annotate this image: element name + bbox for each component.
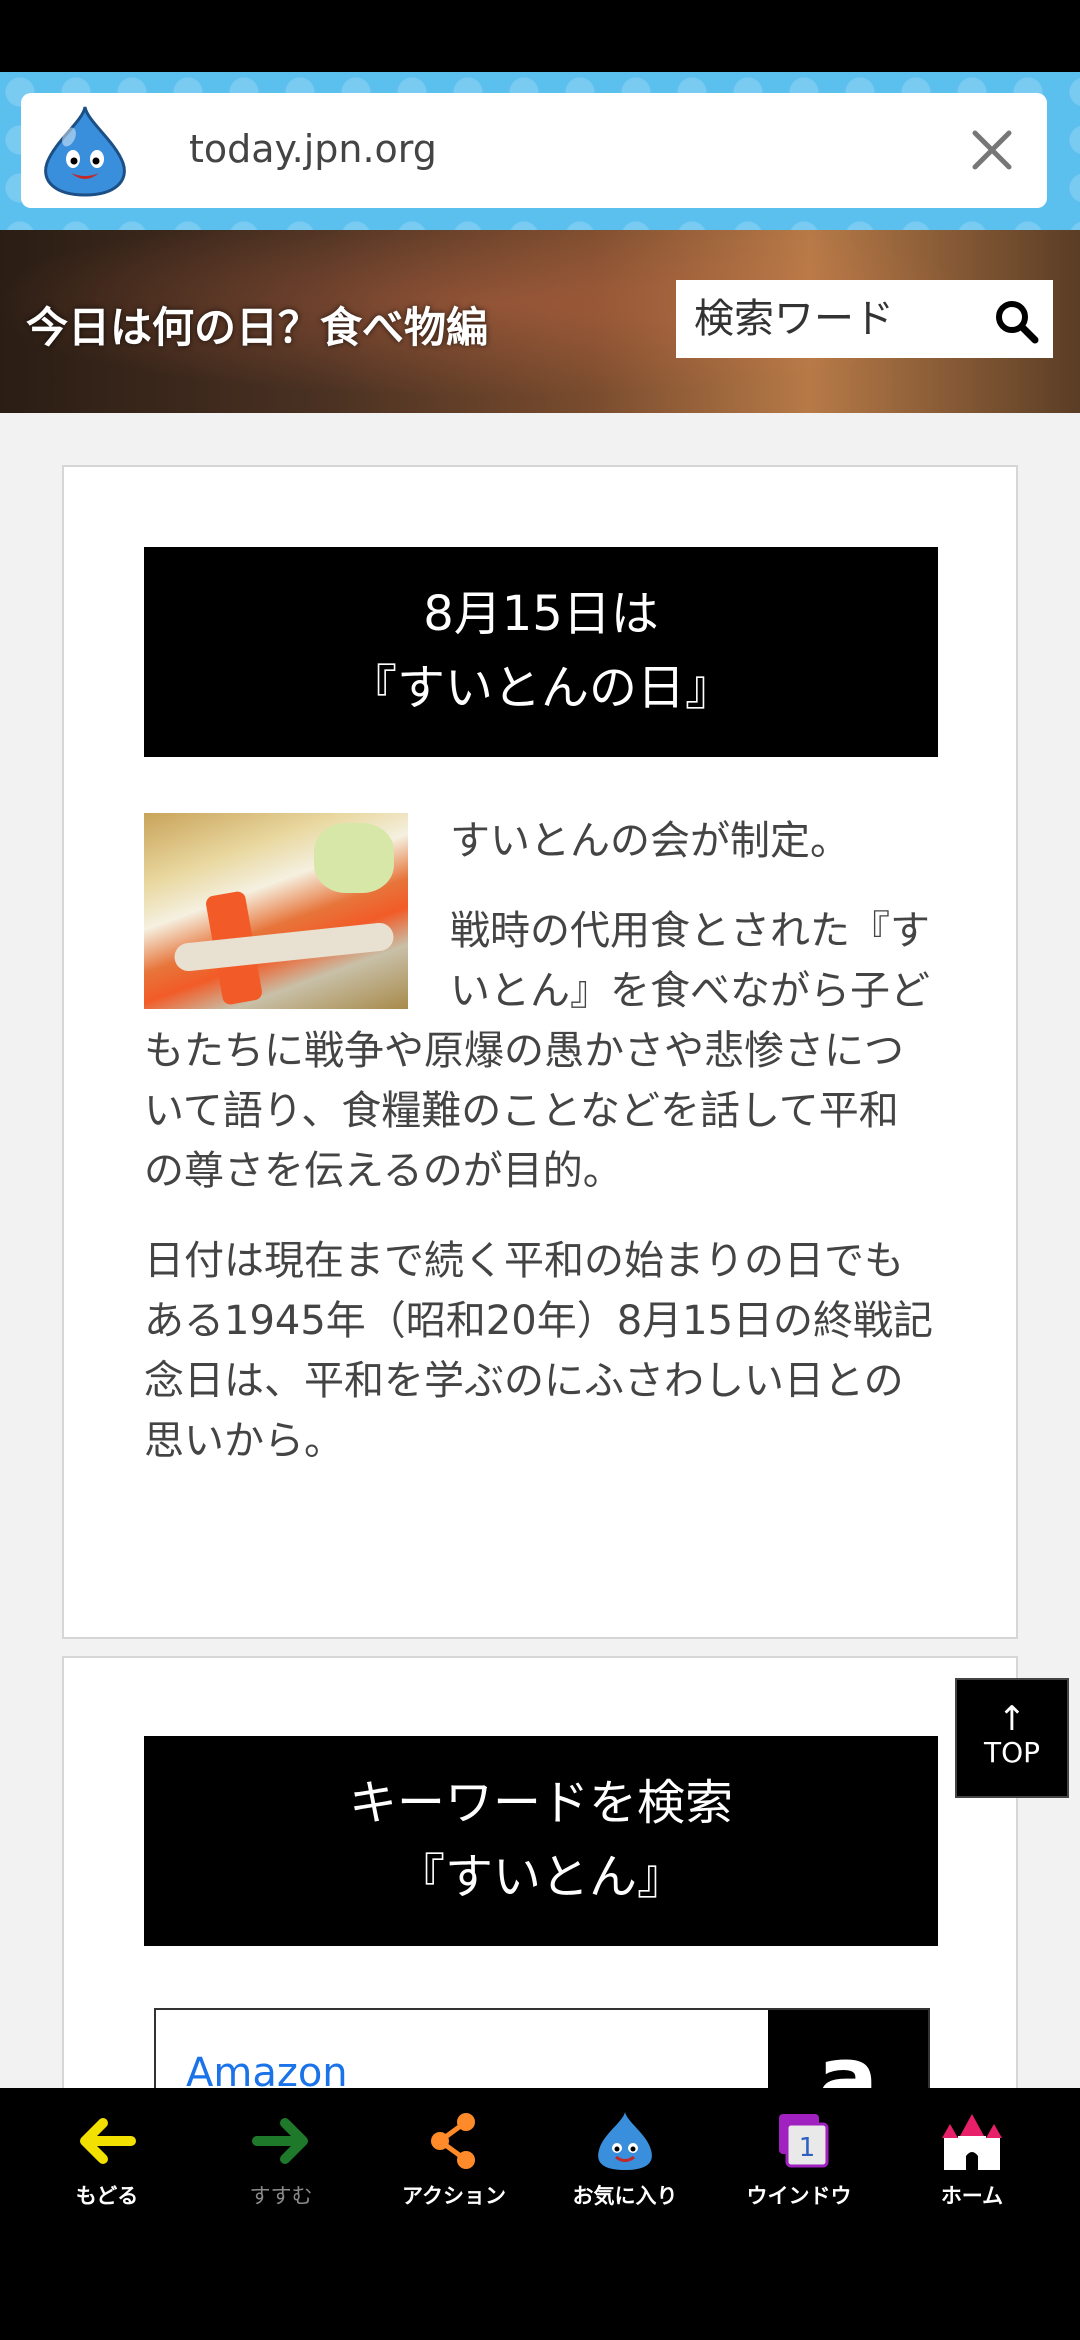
suiton-photo bbox=[144, 813, 408, 1009]
close-icon[interactable] bbox=[959, 117, 1025, 183]
amazon-search-link[interactable]: Amazon a bbox=[154, 2008, 930, 2088]
keyword-title: キーワードを検索 『すいとん』 bbox=[144, 1736, 938, 1946]
top-label: TOP bbox=[983, 1736, 1041, 1769]
svg-text:1: 1 bbox=[799, 2133, 816, 2163]
nav-window-label: ウインドウ bbox=[746, 2184, 852, 2208]
article-title-line2: 『すいとんの日』 bbox=[348, 660, 733, 716]
nav-action-button[interactable]: アクション bbox=[379, 2110, 529, 2210]
address-bar[interactable]: today.jpn.org bbox=[21, 93, 1047, 208]
amazon-logo-icon[interactable]: a bbox=[768, 2010, 928, 2088]
keyword-title-line2: 『すいとん』 bbox=[396, 1849, 685, 1905]
nav-back-button[interactable]: もどる bbox=[32, 2110, 182, 2210]
nav-forward-label: すすむ bbox=[249, 2184, 313, 2208]
search-input[interactable] bbox=[694, 292, 984, 346]
url-text[interactable]: today.jpn.org bbox=[189, 127, 437, 171]
keyword-card: キーワードを検索 『すいとん』 Amazon a bbox=[62, 1656, 1018, 2088]
status-bar bbox=[0, 0, 1080, 72]
bottom-nav: もどる すすむ アクション お気に入り 1 ウインドウ ホーム bbox=[0, 2088, 1080, 2340]
nav-home-button[interactable]: ホーム bbox=[897, 2110, 1047, 2210]
nav-window-button[interactable]: 1 ウインドウ bbox=[724, 2110, 874, 2210]
nav-back-label: もどる bbox=[75, 2184, 139, 2208]
site-title[interactable]: 今日は何の日？食べ物編 bbox=[26, 294, 488, 355]
article-card: 8月15日は 『すいとんの日』 すいとんの会が制定。 戦時の代用食とされた『すい… bbox=[62, 465, 1018, 1639]
slime-favorites-icon bbox=[598, 2112, 652, 2170]
site-header: 今日は何の日？食べ物編 bbox=[0, 230, 1080, 413]
main-content: 8月15日は 『すいとんの日』 すいとんの会が制定。 戦時の代用食とされた『すい… bbox=[0, 413, 1080, 2088]
article-title: 8月15日は 『すいとんの日』 bbox=[144, 547, 938, 757]
castle-home-icon bbox=[942, 2114, 1002, 2170]
keyword-title-line1: キーワードを検索 bbox=[348, 1775, 733, 1831]
article-body: すいとんの会が制定。 戦時の代用食とされた『すいとん』を食べながら子どもたちに戦… bbox=[144, 811, 938, 1501]
forward-arrow-icon bbox=[252, 2118, 308, 2164]
nav-favorites-label: お気に入り bbox=[572, 2184, 678, 2208]
scroll-top-button[interactable]: ↑ TOP bbox=[955, 1678, 1069, 1798]
nav-action-label: アクション bbox=[402, 2184, 506, 2208]
nav-home-label: ホーム bbox=[940, 2184, 1004, 2208]
article-paragraph: 日付は現在まで続く平和の始まりの日でもある1945年（昭和20年）8月15日の終… bbox=[144, 1238, 934, 1464]
search-icon[interactable] bbox=[993, 298, 1039, 344]
search-box[interactable] bbox=[676, 280, 1053, 358]
amazon-label[interactable]: Amazon bbox=[186, 2050, 348, 2088]
nav-forward-button[interactable]: すすむ bbox=[206, 2110, 356, 2210]
window-icon: 1 bbox=[779, 2114, 829, 2168]
nav-favorites-button[interactable]: お気に入り bbox=[550, 2110, 700, 2210]
article-title-line1: 8月15日は bbox=[423, 586, 659, 642]
back-arrow-icon bbox=[80, 2118, 136, 2164]
up-arrow-icon: ↑ bbox=[997, 1699, 1027, 1739]
share-icon bbox=[431, 2113, 475, 2169]
slime-logo-icon bbox=[44, 106, 126, 197]
browser-toolbar: today.jpn.org bbox=[0, 72, 1080, 230]
